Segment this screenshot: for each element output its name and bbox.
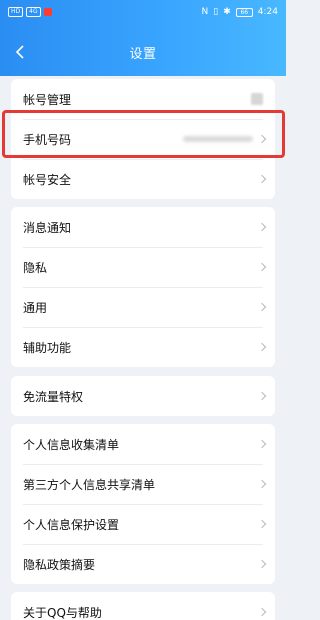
settings-item-info-protection-settings[interactable]: 个人信息保护设置	[11, 504, 275, 544]
settings-item-account-management[interactable]: 帐号管理	[11, 79, 275, 119]
settings-item-info-collection-list[interactable]: 个人信息收集清单	[11, 424, 275, 464]
data-free-section: 免流量特权	[11, 376, 275, 416]
settings-item-account-security[interactable]: 帐号安全	[11, 159, 275, 199]
about-section: 关于QQ与帮助	[11, 592, 275, 620]
vibrate-icon: ▯	[213, 7, 219, 17]
status-bar: HD 4G N ▯ ✱ 66 4:24	[0, 0, 286, 24]
account-section: 帐号管理 手机号码 帐号安全	[11, 79, 275, 199]
hd-badge: HD	[8, 7, 24, 17]
chevron-right-icon	[257, 559, 267, 569]
chevron-right-icon	[257, 302, 267, 312]
back-button[interactable]	[10, 42, 30, 62]
chevron-right-icon	[257, 174, 267, 184]
settings-item-label: 消息通知	[23, 220, 72, 235]
settings-item-privacy-policy-summary[interactable]: 隐私政策摘要	[11, 544, 275, 584]
nfc-icon: N	[201, 7, 209, 17]
navigation-bar: 设置	[0, 36, 286, 68]
settings-item-label: 隐私	[23, 260, 48, 275]
settings-item-third-party-sharing-list[interactable]: 第三方个人信息共享清单	[11, 464, 275, 504]
settings-item-about-qq-help[interactable]: 关于QQ与帮助	[11, 592, 275, 620]
chevron-right-icon	[257, 134, 267, 144]
battery-icon: 66	[235, 7, 253, 17]
settings-item-phone-number[interactable]: 手机号码	[11, 119, 275, 159]
settings-item-label: 手机号码	[23, 132, 72, 147]
chevron-right-icon	[257, 262, 267, 272]
clock: 4:24	[257, 7, 278, 17]
page-title: 设置	[129, 46, 157, 62]
bluetooth-icon: ✱	[223, 7, 231, 17]
settings-item-label: 免流量特权	[23, 389, 84, 404]
chevron-right-icon	[257, 439, 267, 449]
settings-item-label: 个人信息保护设置	[23, 517, 120, 532]
chevron-right-icon	[257, 607, 267, 617]
chevron-right-icon	[257, 391, 267, 401]
settings-item-accessibility[interactable]: 辅助功能	[11, 327, 275, 367]
settings-item-notifications[interactable]: 消息通知	[11, 207, 275, 247]
settings-item-privacy[interactable]: 隐私	[11, 247, 275, 287]
header-bar: HD 4G N ▯ ✱ 66 4:24 设置	[0, 0, 286, 76]
chevron-right-icon	[257, 222, 267, 232]
settings-item-label: 个人信息收集清单	[23, 437, 120, 452]
chevron-right-icon	[257, 342, 267, 352]
personal-info-section: 个人信息收集清单 第三方个人信息共享清单 个人信息保护设置 隐私政策摘要	[11, 424, 275, 584]
chevron-right-icon	[257, 479, 267, 489]
settings-item-label: 通用	[23, 300, 48, 315]
settings-item-label: 辅助功能	[23, 340, 72, 355]
settings-item-label: 第三方个人信息共享清单	[23, 477, 156, 492]
notification-icon	[43, 8, 52, 16]
settings-item-label: 隐私政策摘要	[23, 557, 96, 572]
settings-item-general[interactable]: 通用	[11, 287, 275, 327]
general-section: 消息通知 隐私 通用 辅助功能	[11, 207, 275, 367]
blurred-phone-number	[183, 136, 253, 142]
settings-item-label: 帐号安全	[23, 172, 72, 187]
settings-item-label: 帐号管理	[23, 92, 72, 107]
chevron-right-icon	[257, 519, 267, 529]
blurred-avatar	[251, 93, 263, 105]
network-badge: 4G	[26, 7, 41, 17]
chevron-left-icon	[15, 45, 24, 59]
settings-item-label: 关于QQ与帮助	[23, 605, 102, 620]
settings-item-data-free-privilege[interactable]: 免流量特权	[11, 376, 275, 416]
